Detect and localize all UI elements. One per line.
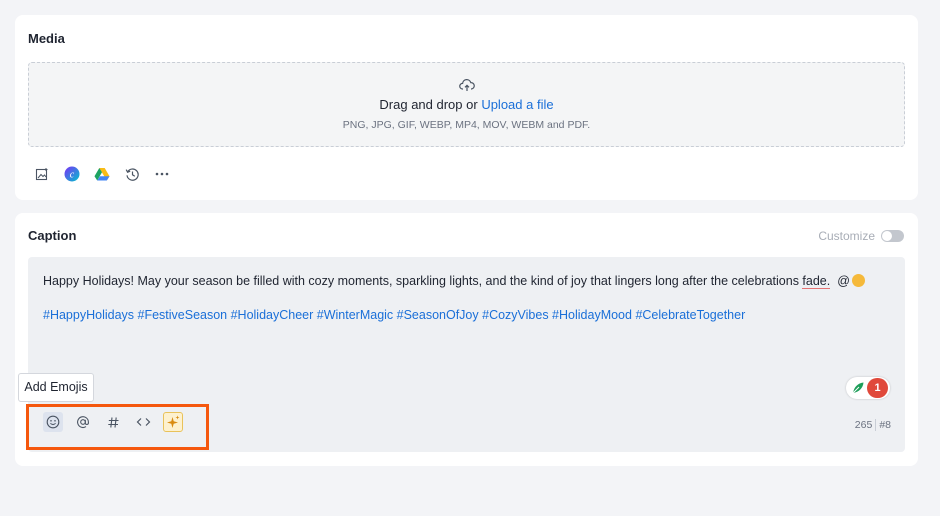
more-icon[interactable] xyxy=(153,165,171,183)
google-drive-icon[interactable] xyxy=(93,165,111,183)
grammar-issue-count: 1 xyxy=(867,378,888,398)
caption-body: Happy Holidays! May your season be fille… xyxy=(43,274,803,288)
grammar-check-badge[interactable]: 1 xyxy=(846,377,890,399)
misspelled-word[interactable]: fade. xyxy=(802,274,831,289)
history-icon[interactable] xyxy=(123,165,141,183)
svg-text:c: c xyxy=(70,170,75,181)
customize-toggle[interactable] xyxy=(881,230,904,242)
dropzone-formats: PNG, JPG, GIF, WEBP, MP4, MOV, WEBM and … xyxy=(342,119,591,131)
party-face-emoji-icon xyxy=(851,274,865,287)
customize-control[interactable]: Customize xyxy=(818,229,904,243)
mention-symbol: @ xyxy=(837,274,850,288)
media-card: Media Drag and drop or Upload a file PNG… xyxy=(15,15,918,200)
caption-text[interactable]: Happy Holidays! May your season be fille… xyxy=(43,274,865,289)
character-counter: 265 #8 xyxy=(855,419,891,431)
media-toolbar: c xyxy=(33,165,171,183)
media-dropzone[interactable]: Drag and drop or Upload a file PNG, JPG,… xyxy=(28,62,905,147)
canva-icon[interactable]: c xyxy=(63,165,81,183)
toolbar-highlight-box xyxy=(26,404,209,450)
customize-label: Customize xyxy=(818,229,875,243)
cloud-upload-icon xyxy=(459,79,475,91)
dropzone-text: Drag and drop or Upload a file xyxy=(29,97,904,112)
counter-divider xyxy=(875,419,877,431)
hashtag-count: #8 xyxy=(879,419,891,431)
image-icon[interactable] xyxy=(33,165,51,183)
caption-title: Caption xyxy=(28,228,77,243)
leaf-icon xyxy=(852,382,864,394)
character-count: 265 xyxy=(854,419,873,431)
add-emojis-tooltip: Add Emojis xyxy=(18,373,94,402)
caption-hashtags[interactable]: #HappyHolidays #FestiveSeason #HolidayCh… xyxy=(43,308,745,322)
media-title: Media xyxy=(28,31,65,46)
upload-file-link[interactable]: Upload a file xyxy=(481,97,553,112)
dropzone-main-text: Drag and drop or xyxy=(379,97,482,112)
